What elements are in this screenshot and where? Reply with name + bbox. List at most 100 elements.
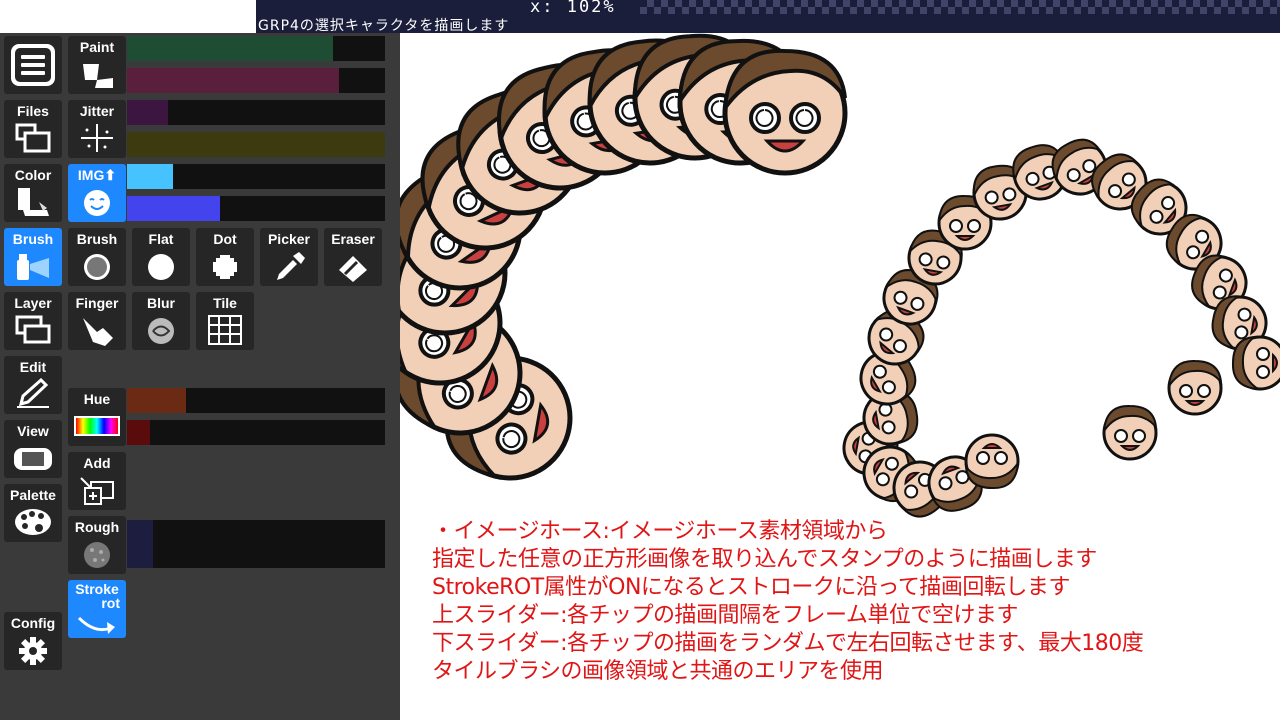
finger-smudge-icon xyxy=(83,318,113,346)
smiley-face-icon xyxy=(84,190,110,216)
brush-tool-label: Brush xyxy=(76,231,118,247)
stroke-rot-button[interactable]: Stroke rot xyxy=(68,580,126,638)
color-button[interactable]: Color xyxy=(4,164,62,222)
help-line-3: StrokeROT属性がONになるとストロークに沿って描画回転します xyxy=(432,575,1070,600)
paint-slider-2-fill xyxy=(127,68,339,93)
top-bar-blank xyxy=(0,0,256,33)
stroke-rotate-arrow-icon xyxy=(77,616,115,634)
help-line-2: 指定した任意の正方形画像を取り込んでスタンプのように描画します xyxy=(432,547,1097,572)
picker-tool-label: Picker xyxy=(267,231,311,247)
palette-button[interactable]: Palette xyxy=(4,484,62,542)
jitter-crosshair-icon xyxy=(81,124,113,152)
hue-slider-2[interactable] xyxy=(127,420,385,445)
rough-slider[interactable] xyxy=(127,520,385,568)
img-slider-interval[interactable] xyxy=(127,164,385,189)
eraser-tool-button[interactable]: Eraser xyxy=(324,228,382,286)
tile-tool-label: Tile xyxy=(213,295,237,311)
jitter-slider-2[interactable] xyxy=(127,132,385,157)
soft-brush-circle-icon xyxy=(84,254,110,280)
files-icon xyxy=(15,123,51,153)
color-paint-icon xyxy=(18,188,49,216)
eraser-icon xyxy=(339,256,367,282)
img-hose-button[interactable]: IMG⬆ xyxy=(68,164,126,222)
layer-label: Layer xyxy=(14,295,52,311)
tile-tool-button[interactable]: Tile xyxy=(196,292,254,350)
img-label: IMG⬆ xyxy=(77,167,117,183)
flat-tool-button[interactable]: Flat xyxy=(132,228,190,286)
hamburger-menu-icon xyxy=(11,44,55,86)
view-button[interactable]: View xyxy=(4,420,62,478)
eraser-tool-label: Eraser xyxy=(331,231,375,247)
status-message: GRP4の選択キャラクタを描画します xyxy=(258,18,510,34)
help-line-1: ・イメージホース:イメージホース素材領域から xyxy=(432,519,888,544)
brush-category-label: Brush xyxy=(12,231,54,247)
finger-tool-button[interactable]: Finger xyxy=(68,292,126,350)
add-layer-icon xyxy=(80,477,114,505)
add-label: Add xyxy=(83,455,111,471)
blur-swirl-icon xyxy=(148,318,174,344)
add-button[interactable]: Add xyxy=(68,452,126,510)
jitter-label: Jitter xyxy=(79,103,115,119)
palette-icon xyxy=(15,509,51,535)
stroke-rot-label: Stroke rot xyxy=(68,582,126,610)
layer-button[interactable]: Layer xyxy=(4,292,62,350)
help-line-4: 上スライダー:各チップの描画間隔をフレーム単位で空けます xyxy=(432,603,1018,628)
stroke-rot-label-line1: Stroke xyxy=(75,581,119,597)
gear-icon xyxy=(19,637,47,665)
top-bar: x: 102% GRP4の選択キャラクタを描画します xyxy=(0,0,1280,34)
dot-tool-button[interactable]: Dot xyxy=(196,228,254,286)
jitter-slider-2-fill xyxy=(127,132,385,157)
brush-spray-icon xyxy=(17,254,49,280)
hue-slider-1-fill xyxy=(127,388,187,413)
hue-slider-1[interactable] xyxy=(127,388,385,413)
picker-tool-button[interactable]: Picker xyxy=(260,228,318,286)
paint-bucket-icon xyxy=(83,64,113,88)
dot-tool-label: Dot xyxy=(213,231,237,247)
rough-button[interactable]: Rough xyxy=(68,516,126,574)
color-label: Color xyxy=(14,167,52,183)
view-console-icon xyxy=(14,448,52,470)
img-slider-rotation-fill xyxy=(127,196,220,221)
hue-label: Hue xyxy=(83,391,111,407)
jitter-slider-1-fill xyxy=(127,100,169,125)
tool-sidebar: Files Color Brush Layer Edit View Palett… xyxy=(0,33,400,720)
rough-texture-icon xyxy=(84,542,110,568)
jitter-slider-1[interactable] xyxy=(127,100,385,125)
top-bar-checker xyxy=(640,0,1280,14)
config-label: Config xyxy=(10,615,56,631)
img-slider-rotation[interactable] xyxy=(127,196,385,221)
paint-slider-2[interactable] xyxy=(127,68,385,93)
config-button[interactable]: Config xyxy=(4,612,62,670)
stroke-rot-label-line2: rot xyxy=(101,595,120,611)
menu-button[interactable] xyxy=(4,36,62,94)
paint-slider-1-fill xyxy=(127,36,334,61)
jitter-button[interactable]: Jitter xyxy=(68,100,126,158)
rough-label: Rough xyxy=(74,519,120,535)
files-label: Files xyxy=(17,103,49,119)
help-line-6: タイルブラシの画像領域と共通のエリアを使用 xyxy=(432,659,884,684)
layer-icon xyxy=(15,315,51,344)
hue-button[interactable]: Hue xyxy=(68,388,126,446)
eyedropper-icon xyxy=(277,252,305,280)
tile-grid-icon xyxy=(208,315,242,345)
zoom-readout: x: 102% xyxy=(530,0,616,17)
blur-tool-label: Blur xyxy=(147,295,175,311)
brush-category-button[interactable]: Brush xyxy=(4,228,62,286)
edit-button[interactable]: Edit xyxy=(4,356,62,414)
finger-tool-label: Finger xyxy=(75,295,119,311)
pixel-dot-icon xyxy=(213,255,237,279)
rough-slider-fill xyxy=(127,520,153,568)
paint-button[interactable]: Paint xyxy=(68,36,126,94)
files-button[interactable]: Files xyxy=(4,100,62,158)
blur-tool-button[interactable]: Blur xyxy=(132,292,190,350)
help-description: ・イメージホース:イメージホース素材領域から 指定した任意の正方形画像を取り込ん… xyxy=(432,518,1144,686)
brush-tool-button[interactable]: Brush xyxy=(68,228,126,286)
paint-label: Paint xyxy=(79,39,115,55)
help-line-5: 下スライダー:各チップの描画をランダムで左右回転させます、最大180度 xyxy=(432,631,1144,656)
img-label-text: IMG xyxy=(77,167,105,183)
paint-slider-1[interactable] xyxy=(127,36,385,61)
hue-slider-2-fill xyxy=(127,420,151,445)
img-slider-interval-fill xyxy=(127,164,174,189)
view-label: View xyxy=(17,423,49,439)
edit-pen-icon xyxy=(17,378,49,408)
